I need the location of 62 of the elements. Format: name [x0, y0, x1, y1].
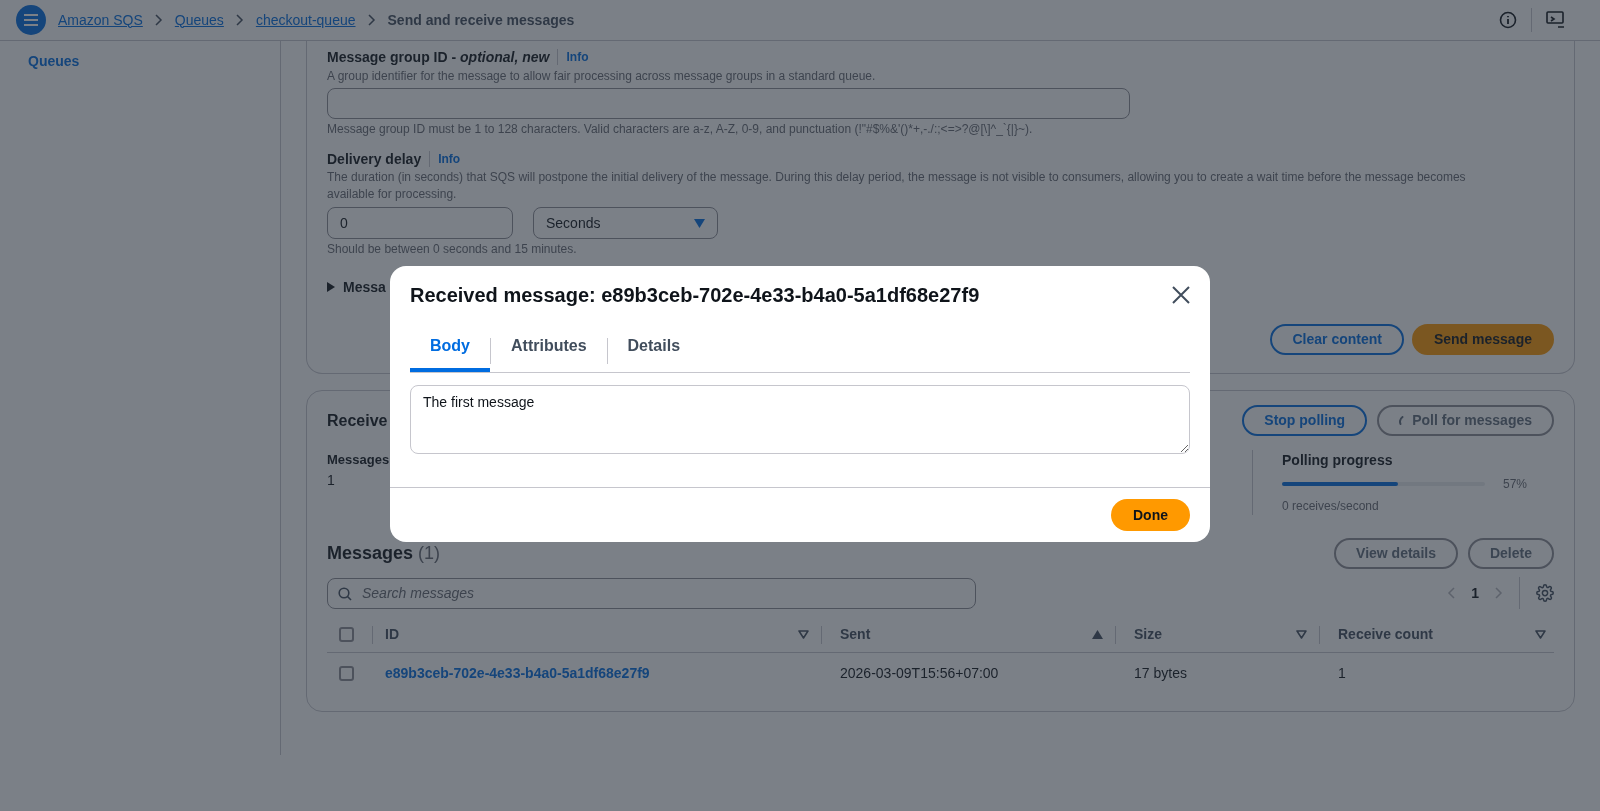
delay-input[interactable]: 0	[327, 207, 513, 239]
search-icon	[338, 586, 352, 601]
table-cell-text: 2026-03-09T15:56+07:00	[839, 663, 999, 683]
breadcrumb-link[interactable]: Queues	[174, 9, 224, 31]
close-icon[interactable]	[1172, 286, 1190, 304]
table-cell-text: 17 bytes	[1133, 663, 1187, 683]
info-link[interactable]: Info	[566, 48, 589, 66]
select-all-checkbox[interactable]	[339, 627, 354, 642]
search-field[interactable]: Search messages	[327, 577, 976, 609]
chevron-right-icon	[154, 14, 163, 26]
column-header[interactable]: Receive count	[1338, 624, 1433, 645]
message-count: (1)	[418, 543, 441, 563]
sort-icon[interactable]	[1296, 630, 1307, 639]
dialog-title: Received message: e89b3ceb-702e-4e33-b4a0-5a1df68e27f9	[410, 283, 980, 308]
stop-button[interactable]: Stop polling	[1242, 405, 1368, 436]
done-button[interactable]: Done	[1111, 499, 1190, 531]
column-header[interactable]: Sent	[840, 624, 871, 645]
chevron-right-icon	[367, 14, 376, 26]
sort-icon[interactable]	[1535, 630, 1546, 639]
field-label: Delivery delay	[327, 150, 422, 169]
sidebar-item[interactable]: Queues	[28, 51, 280, 72]
breadcrumb-current: Send and receive messages	[387, 10, 575, 30]
page-number[interactable]: 1	[1471, 582, 1479, 604]
dialog-tab[interactable]: Body	[410, 330, 490, 372]
field-hint: Message group ID must be 1 to 128 characters. Valid characters are a-z, A-Z, 0-9, and punctuation (!"#$%&'()*+,-./:;<=>?@[\]^_`{|}~).	[327, 121, 1034, 137]
column-header[interactable]: ID	[385, 624, 399, 645]
progress-label: Polling progress	[1282, 451, 1394, 470]
dialog-tab[interactable]: Details	[607, 330, 701, 372]
menu-button[interactable]	[16, 5, 46, 35]
breadcrumb-link[interactable]: checkout-queue	[255, 9, 356, 31]
dialog-tab[interactable]: Attributes	[491, 330, 607, 372]
monitor-icon[interactable]	[1546, 11, 1566, 29]
caret-right-icon	[327, 282, 335, 292]
field-description: The duration (in seconds) that SQS will postpone the initial delivery of the message. During this delay period, the message is not visible to consumers, allowing you to create a wait time before the message becomes available for processing.	[327, 169, 1467, 203]
send-button[interactable]: Send message	[1411, 324, 1554, 355]
settings-icon[interactable]	[1536, 584, 1554, 602]
chevron-right-icon	[235, 14, 244, 26]
field-hint: Should be between 0 seconds and 15 minutes.	[327, 241, 577, 257]
table-cell-text: 1	[1337, 663, 1346, 683]
progress-rate: 0 receives/second	[1282, 498, 1380, 515]
clear-button[interactable]: Clear content	[1270, 324, 1404, 355]
breadcrumb-link[interactable]: Amazon SQS	[58, 9, 143, 31]
stat-value: 1	[327, 470, 336, 490]
attributes-toggle[interactable]: Messa	[327, 277, 386, 297]
info-link[interactable]: Info	[438, 150, 461, 168]
sort-icon[interactable]	[798, 630, 809, 639]
unit-select[interactable]: Seconds	[533, 207, 718, 239]
sort-ascending-icon[interactable]	[1092, 630, 1103, 639]
field-label: Message group ID - optional, new	[327, 48, 550, 67]
panel-title: Receive	[327, 410, 388, 431]
message-id-link[interactable]: e89b3ceb-702e-4e33-b4a0-5a1df68e27f9	[375, 662, 650, 684]
section-title: Messages	[327, 543, 414, 563]
spinner-icon	[1399, 416, 1405, 425]
row-checkbox[interactable]	[339, 665, 354, 681]
info-icon[interactable]	[1499, 11, 1517, 29]
message-group-id-input[interactable]	[327, 88, 1130, 119]
progress-reading: 57%	[1503, 476, 1528, 493]
column-header[interactable]: Size	[1134, 624, 1162, 645]
menu-icon	[24, 14, 38, 26]
caret-down-icon	[694, 218, 705, 228]
message-body-field[interactable]: The first message	[410, 385, 1190, 454]
stat-label: Messages	[327, 451, 390, 469]
